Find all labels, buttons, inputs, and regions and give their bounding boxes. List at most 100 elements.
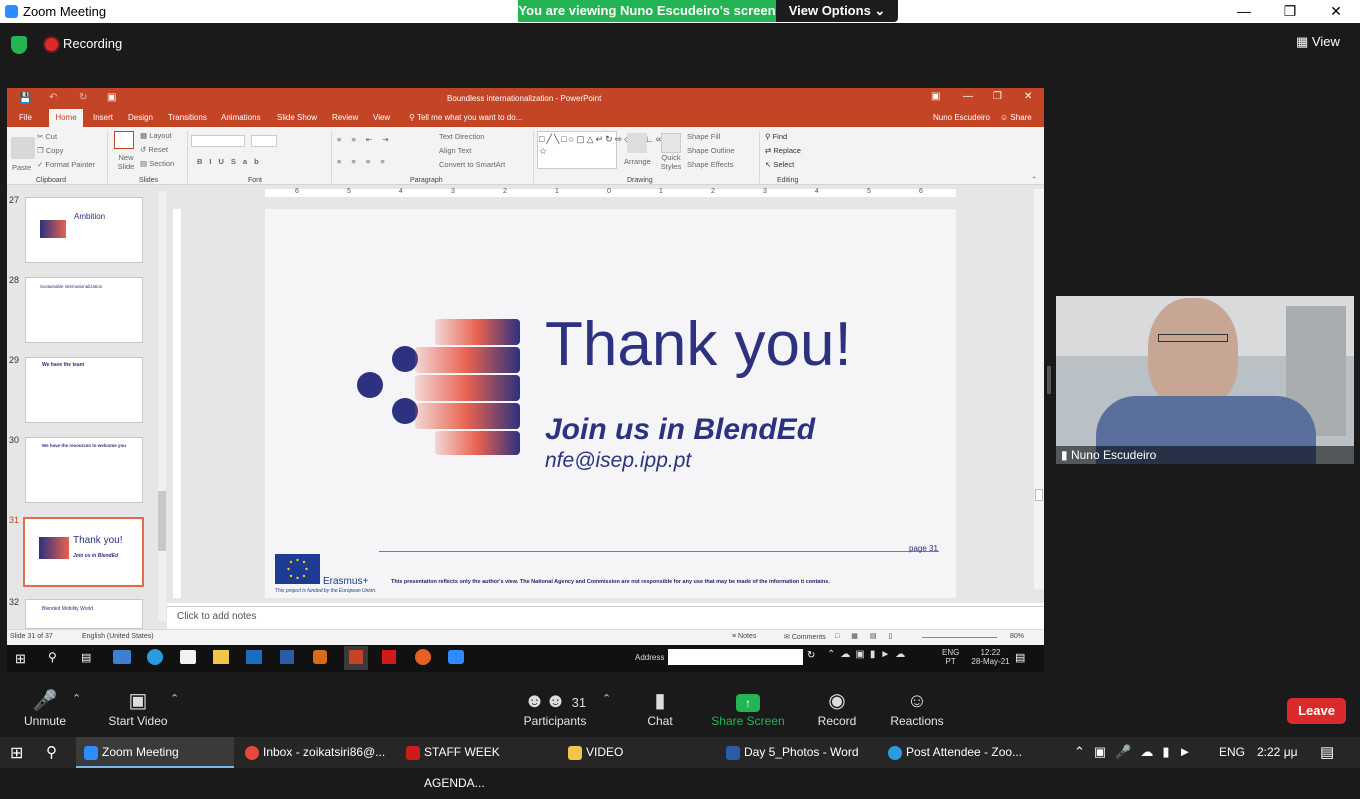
slide-thumbnail[interactable]: Blended Mobility World <box>25 599 143 629</box>
format-painter-button[interactable]: ✓ Format Painter <box>37 160 95 169</box>
taskbar-acrobat[interactable]: STAFF WEEK AGENDA... <box>398 737 556 790</box>
refresh-icon[interactable]: ↻ <box>807 650 815 661</box>
shape-fill-button[interactable]: Shape Fill <box>687 132 720 141</box>
notes-button[interactable]: ≡ Notes <box>732 633 756 640</box>
search-icon[interactable]: ⚲ <box>48 650 57 664</box>
paste-button[interactable]: Paste <box>12 163 31 172</box>
arrange-button[interactable]: Arrange <box>624 157 651 166</box>
save-icon[interactable]: 💾 <box>19 93 31 104</box>
taskbar-chrome-inbox[interactable]: Inbox - zoikatsiri86@... <box>237 737 395 768</box>
task-view-icon[interactable]: ▤ <box>81 651 91 664</box>
shape-outline-button[interactable]: Shape Outline <box>687 146 735 155</box>
tab-file[interactable]: File <box>19 113 32 122</box>
outlook-icon[interactable] <box>246 650 262 664</box>
word-icon[interactable] <box>280 650 294 664</box>
copy-button[interactable]: ❐ Copy <box>37 146 63 155</box>
align-text-button[interactable]: Align Text <box>439 146 471 155</box>
reset-button[interactable]: ↺ Reset <box>140 145 168 154</box>
ppt-share-button[interactable]: ☺ Share <box>1000 113 1032 122</box>
acrobat-icon[interactable] <box>382 650 396 664</box>
record-button[interactable]: ◉ Record <box>792 686 882 728</box>
ppt-user-name[interactable]: Nuno Escudeiro <box>933 113 990 122</box>
store-icon[interactable] <box>180 650 196 664</box>
tell-me-box[interactable]: ⚲ Tell me what you want to do... <box>409 113 522 122</box>
view-button[interactable]: ▦ View <box>1296 34 1340 50</box>
language-status[interactable]: English (United States) <box>82 633 154 640</box>
video-resize-handle[interactable] <box>1047 366 1051 394</box>
language-indicator[interactable]: ENG <box>1219 745 1245 759</box>
video-options-icon[interactable]: ⌃ <box>170 692 179 705</box>
maximize-button[interactable]: ❐ <box>1267 0 1313 23</box>
thumbs-scrollbar[interactable] <box>158 191 166 621</box>
font-format-icons[interactable]: BIUSab <box>197 157 266 166</box>
taskbar-folder-video[interactable]: VIDEO <box>560 737 715 768</box>
text-direction-button[interactable]: Text Direction <box>439 132 484 141</box>
notification-center-icon[interactable]: ▤ <box>1320 743 1334 761</box>
tab-slide-show[interactable]: Slide Show <box>277 113 317 122</box>
remote-language[interactable]: ENG PT <box>942 648 959 666</box>
quick-styles-button[interactable]: Quick Styles <box>657 153 685 171</box>
shield-icon[interactable] <box>11 36 27 54</box>
search-icon[interactable]: ⚲ <box>46 743 57 761</box>
share-screen-button[interactable]: ↑ Share Screen <box>703 686 793 728</box>
app-icon[interactable] <box>313 650 327 664</box>
notification-icon[interactable]: ▤ <box>1015 651 1025 664</box>
tab-transitions[interactable]: Transitions <box>168 113 207 122</box>
minimize-button[interactable]: — <box>1221 0 1267 23</box>
tab-design[interactable]: Design <box>128 113 153 122</box>
presenter-icon[interactable]: ▣ <box>107 92 116 103</box>
replace-button[interactable]: ⇄ Replace <box>765 146 801 155</box>
ppt-maximize-button[interactable]: ❐ <box>993 91 1002 102</box>
edge-icon[interactable] <box>147 649 163 665</box>
close-button[interactable]: ✕ <box>1313 0 1359 23</box>
ppt-minimize-button[interactable]: — <box>963 91 973 102</box>
paste-icon[interactable] <box>11 137 35 159</box>
arrange-icon[interactable] <box>627 133 647 153</box>
shape-effects-button[interactable]: Shape Effects <box>687 160 734 169</box>
tray-icons[interactable]: ⌃☁▣▮►☁ <box>827 649 910 660</box>
shapes-gallery[interactable]: □╱╲□○▢△↵↻⇨◇◯∟∞{}☆ <box>537 131 672 169</box>
audio-options-icon[interactable]: ⌃ <box>72 692 81 705</box>
scroll-thumb[interactable] <box>1035 489 1043 501</box>
zoom-slider[interactable] <box>922 637 997 638</box>
tab-insert[interactable]: Insert <box>93 113 113 122</box>
taskbar-word[interactable]: Day 5_Photos - Word <box>718 737 876 768</box>
slide-thumbnail[interactable]: We have the resources to welcome you <box>25 437 143 503</box>
select-button[interactable]: ↖ Select <box>765 160 794 169</box>
tab-home[interactable]: Home <box>49 109 83 127</box>
reactions-button[interactable]: ☺ Reactions <box>872 686 962 728</box>
cut-button[interactable]: ✂ Cut <box>37 132 57 141</box>
section-button[interactable]: ▤ Section <box>140 159 174 168</box>
zoom-taskbar-icon[interactable] <box>448 650 464 664</box>
undo-icon[interactable]: ↶ <box>49 92 57 103</box>
tab-view[interactable]: View <box>373 113 390 122</box>
notes-pane[interactable]: Click to add notes <box>167 606 1044 628</box>
font-family-box[interactable] <box>191 135 245 147</box>
leave-button[interactable]: Leave <box>1287 698 1346 724</box>
align-icons[interactable]: ≡ ≡ ≡ ≡ <box>337 157 389 166</box>
participants-button[interactable]: ☻☻ 31 Participants <box>510 686 600 728</box>
comments-button[interactable]: ✉ Comments <box>784 633 826 641</box>
font-size-box[interactable] <box>251 135 277 147</box>
tray-icons[interactable]: ⌃▣🎤☁▮► <box>1074 744 1200 760</box>
remote-clock[interactable]: 12:22 28-May-21 <box>968 648 1013 666</box>
taskbar-edge[interactable]: Post Attendee - Zoo... <box>880 737 1038 768</box>
ppt-close-button[interactable]: ✕ <box>1024 91 1032 102</box>
participant-video[interactable]: ▮ Nuno Escudeiro <box>1056 296 1354 464</box>
current-slide[interactable]: Thank you! Join us in BlendEd nfe@isep.i… <box>265 209 956 598</box>
slide-thumbnail-selected[interactable]: Thank you! Join us in BlendEd <box>23 517 144 587</box>
view-mode-icons[interactable]: □▦▤▯ <box>835 632 904 640</box>
zoom-level[interactable]: 80% <box>1010 633 1024 640</box>
windows-start-icon[interactable]: ⊞ <box>10 743 23 763</box>
participants-options-icon[interactable]: ⌃ <box>602 692 611 705</box>
tab-animations[interactable]: Animations <box>221 113 261 122</box>
firefox-icon[interactable] <box>415 649 431 665</box>
new-slide-icon[interactable] <box>114 131 134 149</box>
ribbon-display-icon[interactable]: ▣ <box>931 91 940 102</box>
slide-thumbnail[interactable]: We have the team <box>25 357 143 423</box>
tab-review[interactable]: Review <box>332 113 358 122</box>
smartart-button[interactable]: Convert to SmartArt <box>439 160 505 169</box>
quick-styles-icon[interactable] <box>661 133 681 153</box>
address-input[interactable] <box>668 649 803 665</box>
find-button[interactable]: ⚲ Find <box>765 132 787 141</box>
